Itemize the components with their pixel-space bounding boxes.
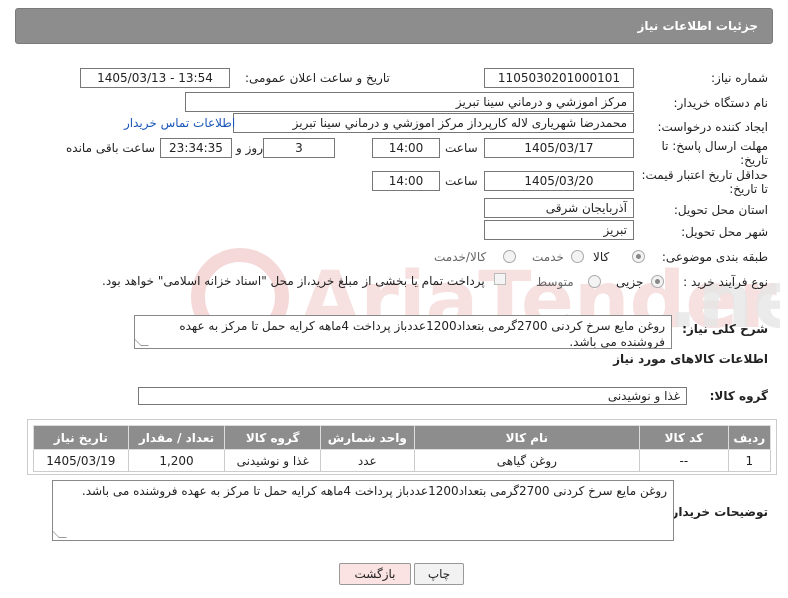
requester-label: ایجاد کننده درخواست: xyxy=(657,120,768,134)
days-label: روز و xyxy=(236,141,263,155)
cell-unit: عدد xyxy=(319,449,415,472)
process-radio-medium[interactable] xyxy=(588,275,601,288)
buyer-notes-label: توضیحات خریدار: xyxy=(666,505,768,519)
price-deadline-label: حداقل تاریخ اعتبار قیمت: xyxy=(641,168,768,182)
process-option-medium: متوسط xyxy=(536,275,574,289)
resize-grip-icon[interactable] xyxy=(53,530,67,538)
reply-time-label: ساعت xyxy=(445,141,478,155)
price-date-field: 1405/03/20 xyxy=(484,171,634,191)
description-text: روغن مایع سرخ کردنی 2700گرمی بتعداد1200ع… xyxy=(179,319,665,349)
price-time-field: 14:00 xyxy=(372,171,440,191)
process-option-minor: جزیی xyxy=(616,275,644,289)
details-header: جزئیات اطلاعات نیاز xyxy=(15,8,773,44)
need-number-label: شماره نیاز: xyxy=(711,71,768,85)
goods-section-title: اطلاعات کالاهای مورد نیاز xyxy=(613,352,768,366)
back-button[interactable]: بازگشت xyxy=(339,563,411,585)
province-field: آذربایجان شرقی xyxy=(484,198,634,218)
category-radio-service[interactable] xyxy=(571,250,584,263)
cell-row: 1 xyxy=(727,449,772,472)
reply-date-field: 1405/03/17 xyxy=(484,138,634,158)
announce-field: 1405/03/13 - 13:54 xyxy=(80,68,230,88)
price-deadline-label-2: تا تاریخ: xyxy=(729,182,768,196)
province-label: استان محل تحویل: xyxy=(673,203,768,217)
col-name: نام کالا xyxy=(413,425,641,450)
process-radio-minor[interactable] xyxy=(651,275,664,288)
col-date: تاریخ نیاز xyxy=(33,425,129,450)
table-row: 1 -- روغن گیاهی عدد غذا و نوشیدنی 1,200 … xyxy=(33,449,772,472)
page-title: جزئیات اطلاعات نیاز xyxy=(637,19,758,33)
goods-group-label: گروه کالا: xyxy=(709,389,768,403)
goods-group-field: غذا و نوشیدنی xyxy=(138,387,687,405)
days-field: 3 xyxy=(263,138,335,158)
requester-field: محمدرضا شهریاری لاله کارپرداز مرکز اموزش… xyxy=(233,113,634,133)
col-unit: واحد شمارش xyxy=(319,425,415,450)
category-option-goods-service: کالا/خدمت xyxy=(434,250,487,264)
col-code: کد کالا xyxy=(639,425,729,450)
buyer-contact-link[interactable]: اطلاعات تماس خریدار xyxy=(124,116,235,130)
cell-code: -- xyxy=(639,449,729,472)
treasury-payment-checkbox[interactable] xyxy=(494,273,506,285)
reply-time-field: 14:00 xyxy=(372,138,440,158)
description-label: شرح کلی نیاز: xyxy=(682,322,768,336)
resize-grip-icon[interactable] xyxy=(135,338,149,346)
category-label: طبقه بندی موضوعی: xyxy=(661,250,768,264)
cell-name: روغن گیاهی xyxy=(413,449,641,472)
category-option-goods: کالا xyxy=(593,250,610,264)
remaining-time-field: 23:34:35 xyxy=(160,138,232,158)
city-field: تبریز xyxy=(484,220,634,240)
price-time-label: ساعت xyxy=(445,174,478,188)
buyer-notes-text: روغن مایع سرخ کردنی 2700گرمی بتعداد1200ع… xyxy=(81,484,667,498)
reply-deadline-label-2: تاریخ: xyxy=(740,153,768,167)
remaining-label: ساعت باقی مانده xyxy=(66,141,156,155)
goods-table: ردیف کد کالا نام کالا واحد شمارش گروه کا… xyxy=(33,425,772,472)
buyer-notes-textarea[interactable]: روغن مایع سرخ کردنی 2700گرمی بتعداد1200ع… xyxy=(52,480,674,541)
announce-label: تاریخ و ساعت اعلان عمومی: xyxy=(245,71,390,85)
watermark-logo: AriaTender .net xyxy=(191,248,780,346)
cell-group: غذا و نوشیدنی xyxy=(224,449,321,472)
cell-date: 1405/03/19 xyxy=(33,449,129,472)
category-option-service: خدمت xyxy=(532,250,564,264)
city-label: شهر محل تحویل: xyxy=(681,225,768,239)
treasury-payment-note: پرداخت تمام یا بخشی از مبلغ خرید،از محل … xyxy=(102,274,485,288)
col-qty: تعداد / مقدار xyxy=(127,425,226,450)
buyer-org-label: نام دستگاه خریدار: xyxy=(673,96,769,110)
reply-deadline-label: مهلت ارسال پاسخ: تا xyxy=(661,139,768,153)
process-label: نوع فرآیند خرید : xyxy=(683,275,768,289)
cell-qty: 1,200 xyxy=(127,449,226,472)
description-textarea[interactable]: روغن مایع سرخ کردنی 2700گرمی بتعداد1200ع… xyxy=(134,315,672,349)
col-group: گروه کالا xyxy=(224,425,321,450)
buyer-org-field: مرکز اموزشي و درماني سينا تبريز xyxy=(185,92,634,112)
print-button[interactable]: چاپ xyxy=(414,563,464,585)
category-radio-goods[interactable] xyxy=(632,250,645,263)
category-radio-goods-service[interactable] xyxy=(503,250,516,263)
col-row: ردیف xyxy=(727,425,772,450)
need-number-field: 1105030201000101 xyxy=(484,68,634,88)
